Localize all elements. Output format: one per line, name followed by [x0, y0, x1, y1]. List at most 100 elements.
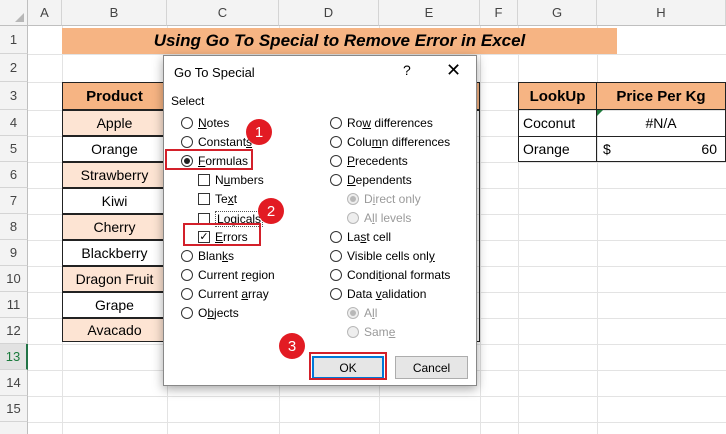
- radio-precedents[interactable]: Precedents: [330, 154, 408, 168]
- checkbox-icon: [198, 193, 210, 205]
- option-label: Visible cells only: [347, 249, 435, 263]
- highlight-ok-box: [309, 352, 387, 380]
- error-indicator-icon: [597, 110, 603, 116]
- lookup-cell[interactable]: Coconut: [518, 109, 597, 137]
- error-value: #N/A: [645, 115, 677, 131]
- option-label: Notes: [198, 116, 230, 130]
- radio-circle-icon: [181, 269, 193, 281]
- column-header-b[interactable]: B: [62, 0, 167, 26]
- radio-conditional-formats[interactable]: Conditional formats: [330, 268, 450, 282]
- row-header-1[interactable]: 1: [0, 26, 28, 54]
- radio-constants[interactable]: Constants: [181, 135, 252, 149]
- checkbox-numbers[interactable]: Numbers: [198, 173, 264, 187]
- gridline: [28, 396, 726, 397]
- product-cell[interactable]: Grape: [62, 292, 167, 318]
- row-header-3[interactable]: 3: [0, 82, 28, 110]
- radio-circle-icon: [330, 250, 342, 262]
- price-header-cell[interactable]: Price Per Kg: [596, 82, 726, 110]
- radio-direct-only[interactable]: Direct only: [347, 192, 421, 206]
- row-header-8[interactable]: 8: [0, 214, 28, 240]
- radio-disabled-selected-icon: [347, 193, 359, 205]
- product-header-cell[interactable]: Product: [62, 82, 167, 110]
- option-label: Data validation: [347, 287, 427, 301]
- column-header-h[interactable]: H: [597, 0, 726, 26]
- radio-data-validation[interactable]: Data validation: [330, 287, 426, 301]
- option-label: Dependents: [347, 173, 412, 187]
- option-label: Last cell: [347, 230, 392, 244]
- column-header-e[interactable]: E: [379, 0, 480, 26]
- product-cell[interactable]: Strawberry: [62, 162, 167, 188]
- lookup-cell[interactable]: Orange: [518, 136, 597, 162]
- row-header-15[interactable]: 15: [0, 396, 28, 422]
- cancel-button[interactable]: Cancel: [395, 356, 468, 379]
- row-header-16[interactable]: [0, 422, 28, 434]
- option-label: Constants: [198, 135, 253, 149]
- row-header-9[interactable]: 9: [0, 240, 28, 266]
- step-badge-3: 3: [279, 333, 305, 359]
- row-header-11[interactable]: 11: [0, 292, 28, 318]
- radio-circle-icon: [330, 269, 342, 281]
- radio-circle-icon: [181, 250, 193, 262]
- product-cell[interactable]: Apple: [62, 110, 167, 136]
- option-label: Direct only: [364, 192, 421, 206]
- radio-dv-same[interactable]: Same: [347, 325, 395, 339]
- column-header-g[interactable]: G: [518, 0, 597, 26]
- lookup-header-cell[interactable]: LookUp: [518, 82, 597, 110]
- row-header-14[interactable]: 14: [0, 370, 28, 396]
- help-button[interactable]: ?: [403, 62, 411, 78]
- radio-column-differences[interactable]: Column differences: [330, 135, 450, 149]
- sheet-title[interactable]: Using Go To Special to Remove Error in E…: [62, 28, 617, 54]
- radio-dv-all[interactable]: All: [347, 306, 377, 320]
- select-all-corner[interactable]: [0, 0, 28, 26]
- product-cell[interactable]: Orange: [62, 136, 167, 162]
- option-label: Same: [364, 325, 396, 339]
- radio-blanks[interactable]: Blanks: [181, 249, 234, 263]
- column-header-d[interactable]: D: [279, 0, 379, 26]
- row-header-12[interactable]: 12: [0, 318, 28, 344]
- radio-circle-icon: [181, 307, 193, 319]
- checkbox-text[interactable]: Text: [198, 192, 237, 206]
- price-cell[interactable]: $ 60: [596, 136, 726, 162]
- row-header-6[interactable]: 6: [0, 162, 28, 188]
- radio-visible-cells-only[interactable]: Visible cells only: [330, 249, 435, 263]
- row-header-2[interactable]: 2: [0, 54, 28, 82]
- option-label: Column differences: [347, 135, 451, 149]
- price-cell-error[interactable]: #N/A: [596, 109, 726, 137]
- radio-current-region[interactable]: Current region: [181, 268, 275, 282]
- product-cell[interactable]: Kiwi: [62, 188, 167, 214]
- highlight-formulas-box: [165, 149, 253, 170]
- option-label: Current region: [198, 268, 275, 282]
- radio-row-differences[interactable]: Row differences: [330, 116, 433, 130]
- option-label: Numbers: [215, 173, 264, 187]
- radio-objects[interactable]: Objects: [181, 306, 239, 320]
- radio-disabled-icon: [347, 326, 359, 338]
- radio-disabled-icon: [347, 212, 359, 224]
- row-header-13[interactable]: 13: [0, 344, 28, 370]
- row-header-10[interactable]: 10: [0, 266, 28, 292]
- option-label: Current array: [198, 287, 269, 301]
- radio-last-cell[interactable]: Last cell: [330, 230, 391, 244]
- row-header-5[interactable]: 5: [0, 136, 28, 162]
- product-cell[interactable]: Blackberry: [62, 240, 167, 266]
- option-label: All: [364, 306, 378, 320]
- product-cell[interactable]: Avacado: [62, 318, 167, 342]
- row-header-7[interactable]: 7: [0, 188, 28, 214]
- option-label: Precedents: [347, 154, 408, 168]
- step-badge-1: 1: [246, 119, 272, 145]
- column-header-c[interactable]: C: [167, 0, 279, 26]
- radio-circle-icon: [330, 136, 342, 148]
- column-header-f[interactable]: F: [480, 0, 518, 26]
- option-label: Text: [215, 192, 238, 206]
- radio-current-array[interactable]: Current array: [181, 287, 269, 301]
- close-icon[interactable]: ✕: [446, 60, 461, 81]
- radio-all-levels[interactable]: All levels: [347, 211, 411, 225]
- gridline: [480, 26, 481, 434]
- product-cell[interactable]: Cherry: [62, 214, 167, 240]
- radio-notes[interactable]: Notes: [181, 116, 229, 130]
- checkbox-icon: [198, 174, 210, 186]
- radio-dependents[interactable]: Dependents: [330, 173, 412, 187]
- product-cell[interactable]: Dragon Fruit: [62, 266, 167, 292]
- column-header-a[interactable]: A: [28, 0, 62, 26]
- go-to-special-dialog: Go To Special ? ✕ Select Notes Constants…: [163, 55, 477, 386]
- row-header-4[interactable]: 4: [0, 110, 28, 136]
